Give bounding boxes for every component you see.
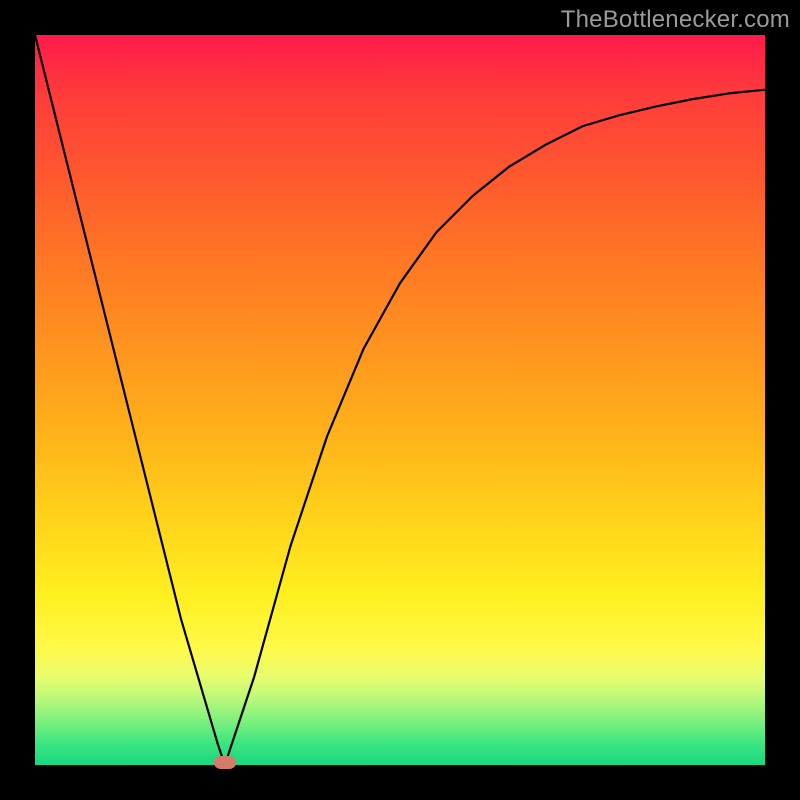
chart-frame: TheBottlenecker.com (0, 0, 800, 800)
optimum-marker (214, 756, 236, 769)
bottleneck-curve (35, 35, 765, 765)
watermark-text: TheBottlenecker.com (561, 6, 790, 34)
plot-area (35, 35, 765, 765)
